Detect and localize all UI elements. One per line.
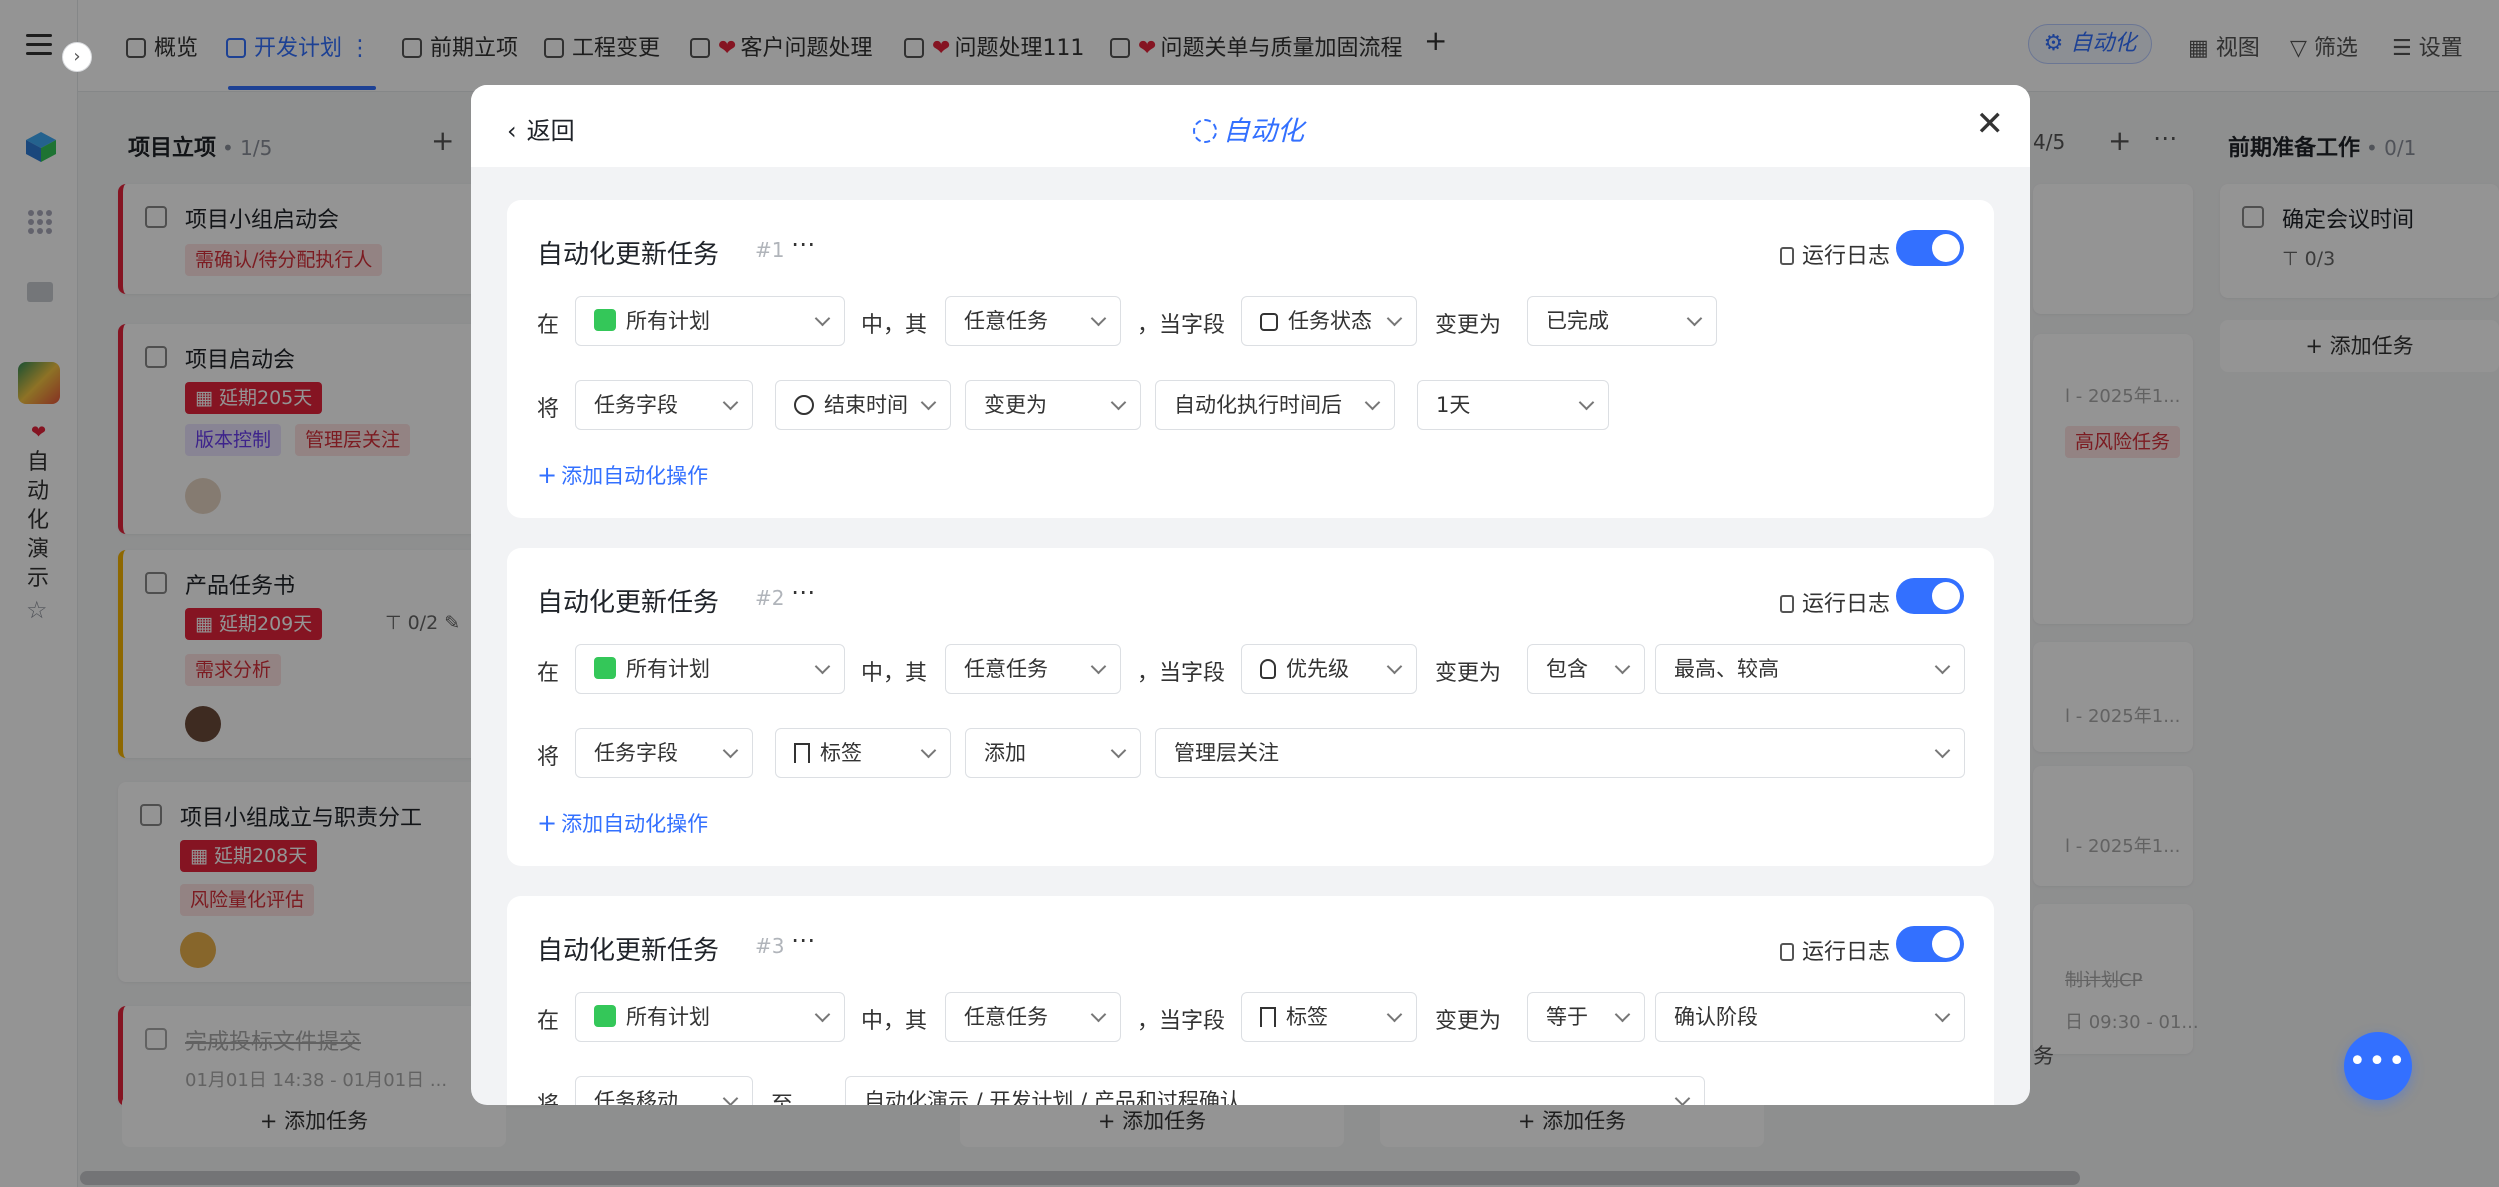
plan-icon	[594, 1005, 616, 1027]
clock-icon	[794, 395, 814, 415]
modal-title: 自动化	[1193, 109, 1304, 148]
task-select[interactable]: 任意任务	[945, 992, 1121, 1042]
automation-icon	[1193, 119, 1217, 143]
set-label: 将	[537, 745, 560, 770]
add-action-button[interactable]: + 添加自动化操作	[537, 808, 708, 838]
operation-select[interactable]: 变更为	[965, 380, 1141, 430]
back-button[interactable]: ‹ 返回	[507, 111, 575, 146]
in-label: 在	[537, 661, 560, 686]
target-select[interactable]: 任务字段	[575, 380, 753, 430]
action-field-select[interactable]: 标签	[775, 728, 951, 778]
sidebar-expand-button[interactable]: ›	[62, 42, 92, 72]
bulb-icon	[1260, 659, 1276, 679]
destination-select[interactable]: 自动化演示 / 开发计划 / 产品和过程确认	[845, 1076, 1705, 1105]
automation-rule: 自动化更新任务 #1 ⋯ 运行日志 在 所有计划 中，其 任意任务 ，当字段 任…	[507, 200, 1994, 518]
plus-icon: +	[537, 809, 558, 837]
run-log-button[interactable]: 运行日志	[1779, 586, 1890, 618]
field-label: ，当字段	[1137, 313, 1226, 338]
rule-enable-toggle[interactable]	[1896, 578, 1964, 614]
add-action-button[interactable]: + 添加自动化操作	[537, 460, 708, 490]
to-label: 至	[771, 1087, 793, 1105]
condition-select[interactable]: 等于	[1527, 992, 1645, 1042]
changed-label: 变更为	[1435, 313, 1502, 338]
rule-more-icon[interactable]: ⋯	[791, 230, 816, 258]
rule-enable-toggle[interactable]	[1896, 926, 1964, 962]
rule-name: 自动化更新任务	[537, 936, 720, 966]
close-icon[interactable]: ✕	[1976, 107, 2005, 141]
plan-icon	[594, 657, 616, 679]
task-select[interactable]: 任意任务	[945, 296, 1121, 346]
rule-more-icon[interactable]: ⋯	[791, 578, 816, 606]
rule-number: #2	[755, 586, 785, 610]
plus-icon: +	[537, 461, 558, 489]
mid-label: 中，其	[861, 313, 928, 338]
mid-label: 中，其	[861, 661, 928, 686]
target-select[interactable]: 任务移动	[575, 1076, 753, 1105]
target-select[interactable]: 任务字段	[575, 728, 753, 778]
run-log-button[interactable]: 运行日志	[1779, 238, 1890, 270]
field-select[interactable]: 任务状态	[1241, 296, 1417, 346]
plan-select[interactable]: 所有计划	[575, 296, 845, 346]
rule-number: #1	[755, 238, 785, 262]
value-select[interactable]: 最高、较高	[1655, 644, 1965, 694]
rule-number: #3	[755, 934, 785, 958]
field-label: ，当字段	[1137, 661, 1226, 686]
automation-rule: 自动化更新任务 #3 ⋯ 运行日志 在 所有计划 中，其 任意任务 ，当字段 标…	[507, 896, 1994, 1105]
chevron-left-icon: ‹	[507, 117, 517, 145]
action-value-select[interactable]: 自动化执行时间后	[1155, 380, 1395, 430]
help-chat-button[interactable]: •••	[2344, 1032, 2412, 1100]
checkbox-icon	[1260, 313, 1278, 331]
field-label: ，当字段	[1137, 1009, 1226, 1034]
plan-select[interactable]: 所有计划	[575, 644, 845, 694]
mid-label: 中，其	[861, 1009, 928, 1034]
field-select[interactable]: 优先级	[1241, 644, 1417, 694]
run-log-button[interactable]: 运行日志	[1779, 934, 1890, 966]
rule-name: 自动化更新任务	[537, 240, 720, 270]
set-label: 将	[537, 1087, 559, 1105]
modal-header: ‹ 返回 自动化 ✕	[471, 85, 2030, 167]
clipboard-icon	[1779, 247, 1794, 265]
value-select[interactable]: 已完成	[1527, 296, 1717, 346]
automation-modal: ‹ 返回 自动化 ✕ 自动化更新任务 #1 ⋯ 运行日志 在 所有计划 中，其 任…	[471, 85, 2030, 1105]
action-field-select[interactable]: 结束时间	[775, 380, 951, 430]
automation-rule: 自动化更新任务 #2 ⋯ 运行日志 在 所有计划 中，其 任意任务 ，当字段 优…	[507, 548, 1994, 866]
operation-select[interactable]: 添加	[965, 728, 1141, 778]
clipboard-icon	[1779, 943, 1794, 961]
changed-label: 变更为	[1435, 1009, 1502, 1034]
task-select[interactable]: 任意任务	[945, 644, 1121, 694]
changed-label: 变更为	[1435, 661, 1502, 686]
bookmark-icon	[1260, 1007, 1276, 1027]
action-value-select[interactable]: 管理层关注	[1155, 728, 1965, 778]
duration-select[interactable]: 1天	[1417, 380, 1609, 430]
bookmark-icon	[794, 743, 810, 763]
rule-more-icon[interactable]: ⋯	[791, 926, 816, 954]
in-label: 在	[537, 313, 560, 338]
field-select[interactable]: 标签	[1241, 992, 1417, 1042]
rule-name: 自动化更新任务	[537, 588, 720, 618]
set-label: 将	[537, 397, 560, 422]
condition-select[interactable]: 包含	[1527, 644, 1645, 694]
in-label: 在	[537, 1009, 560, 1034]
plan-select[interactable]: 所有计划	[575, 992, 845, 1042]
plan-icon	[594, 309, 616, 331]
rule-enable-toggle[interactable]	[1896, 230, 1964, 266]
clipboard-icon	[1779, 595, 1794, 613]
value-select[interactable]: 确认阶段	[1655, 992, 1965, 1042]
